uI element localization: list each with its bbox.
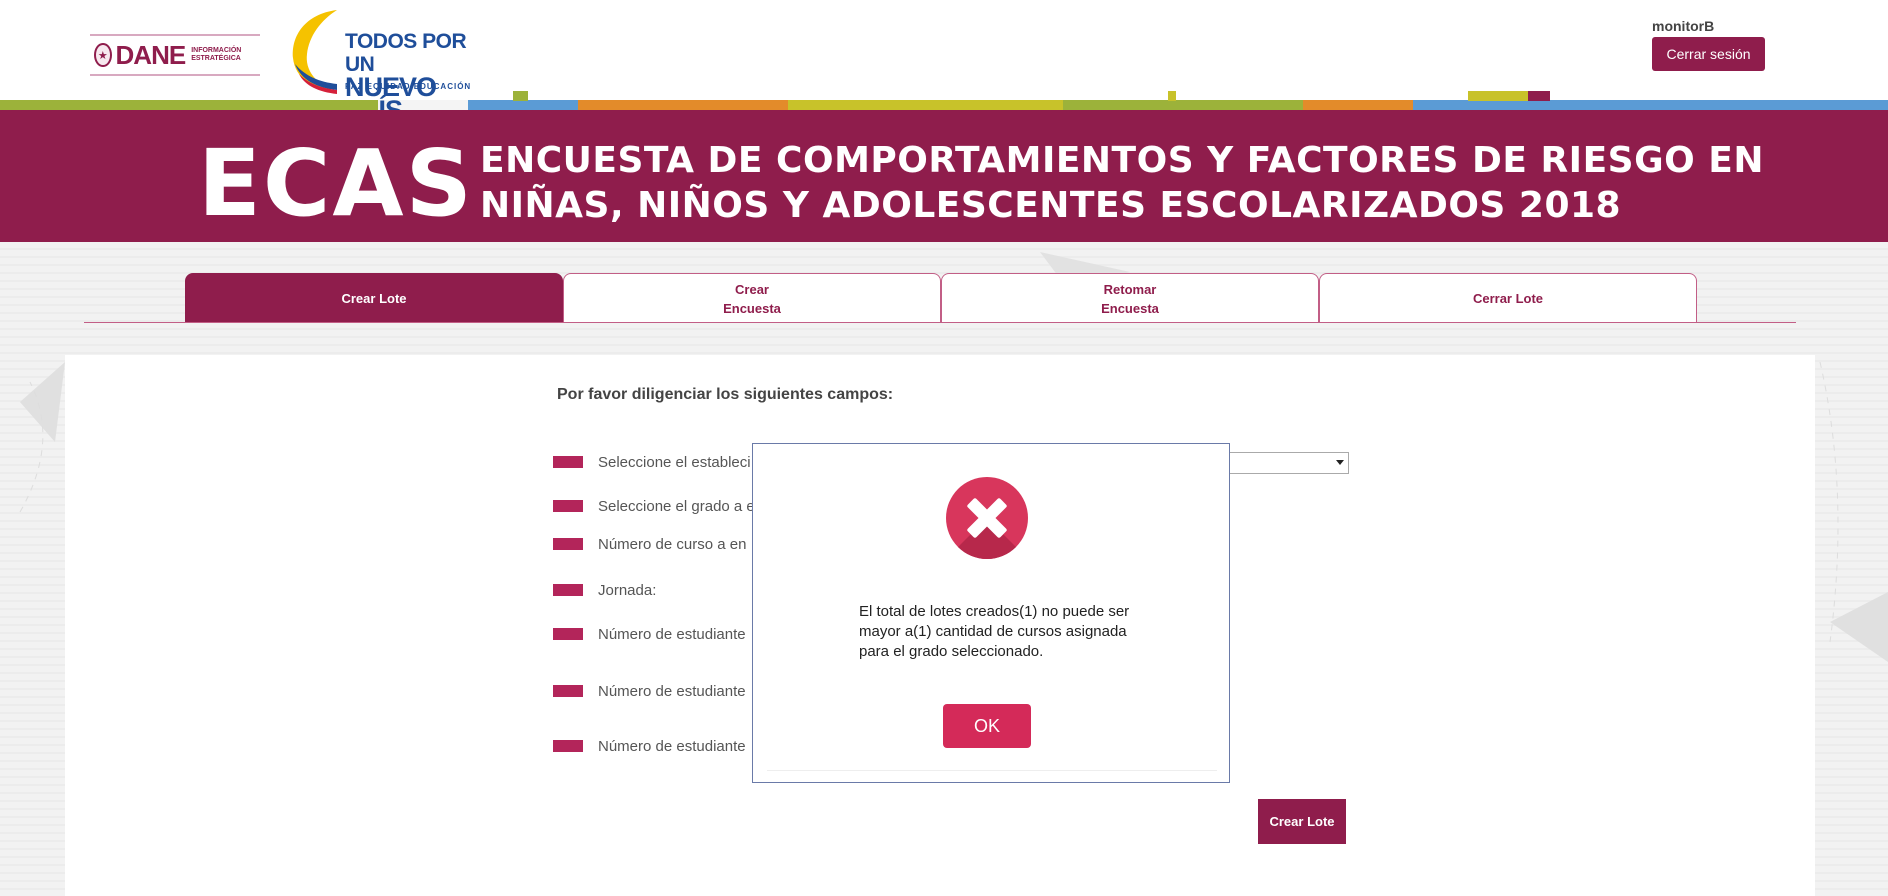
error-dialog: El total de lotes creados(1) no puede se… — [752, 443, 1230, 783]
tab-create-survey[interactable]: Crear Encuesta — [563, 273, 941, 323]
tab-underline — [84, 322, 1796, 323]
tab-label: Encuesta — [1101, 300, 1159, 316]
field-school: Seleccione el estableci — [553, 451, 751, 473]
gov-logo-line1: TODOS POR UN — [345, 30, 467, 76]
coat-of-arms-icon: ★ — [94, 43, 112, 67]
banner-title: ENCUESTA DE COMPORTAMIENTOS Y FACTORES D… — [480, 138, 1780, 228]
required-marker — [553, 500, 583, 512]
banner-title-line1: ENCUESTA DE COMPORTAMIENTOS Y FACTORES D… — [480, 140, 1765, 181]
required-marker — [553, 628, 583, 640]
field-grade: Seleccione el grado a e — [553, 495, 755, 517]
tab-close-batch[interactable]: Cerrar Lote — [1319, 273, 1697, 323]
gov-logo: TODOS POR UN NUEVO PAÍS PAZ EQUIDAD EDUC… — [285, 6, 485, 124]
field-course-number: Número de curso a en — [553, 533, 746, 555]
field-shift: Jornada: — [553, 579, 656, 601]
school-select[interactable] — [1225, 452, 1349, 474]
tab-label: Retomar — [1103, 281, 1157, 297]
dane-logo-subtitle: INFORMACIÓN ESTRATÉGICA — [191, 47, 242, 62]
tab-label: Cerrar Lote — [1472, 291, 1544, 306]
field-label: Número de estudiante — [598, 682, 746, 700]
banner-title-line2: NIÑAS, NIÑOS Y ADOLESCENTES ESCOLARIZADO… — [480, 185, 1622, 226]
field-label: Número de estudiante — [598, 737, 746, 755]
tab-label: Crear Lote — [341, 291, 407, 306]
username: monitorB — [1652, 18, 1715, 34]
field-label: Seleccione el estableci — [598, 453, 751, 471]
tab-create-batch[interactable]: Crear Lote — [185, 273, 563, 323]
tab-resume-survey[interactable]: Retomar Encuesta — [941, 273, 1319, 323]
field-label: Número de curso a en — [598, 535, 747, 553]
field-students-3: Número de estudiante — [553, 735, 746, 757]
field-label: Número de estudiante — [598, 625, 746, 643]
required-marker — [553, 685, 583, 697]
top-header: ★ DANE INFORMACIÓN ESTRATÉGICA TODOS POR… — [0, 0, 1888, 124]
tab-label: Crear — [735, 281, 769, 297]
field-students-2: Número de estudiante — [553, 680, 746, 702]
field-label: Jornada: — [598, 581, 657, 599]
dane-logo: ★ DANE INFORMACIÓN ESTRATÉGICA — [90, 34, 260, 76]
form-intro: Por favor diligenciar los siguientes cam… — [557, 386, 894, 403]
chevron-down-icon — [1336, 460, 1344, 465]
error-x-icon — [946, 477, 1028, 559]
colombia-flag-swoosh-icon — [292, 10, 337, 94]
required-marker — [553, 584, 583, 596]
banner-acronym: ECAS — [198, 130, 474, 237]
divider — [767, 770, 1217, 771]
required-marker — [553, 740, 583, 752]
tab-label: Encuesta — [723, 300, 781, 316]
survey-banner: ECAS ENCUESTA DE COMPORTAMIENTOS Y FACTO… — [0, 110, 1888, 242]
error-message: El total de lotes creados(1) no puede se… — [859, 603, 1130, 660]
required-marker — [553, 538, 583, 550]
tab-bar: Crear Lote Crear Encuesta Retomar Encues… — [185, 273, 1700, 323]
field-students-1: Número de estudiante — [553, 623, 746, 645]
create-batch-button[interactable]: Crear Lote — [1258, 799, 1346, 844]
field-label: Seleccione el grado a e — [598, 497, 755, 515]
ok-button[interactable]: OK — [943, 704, 1031, 748]
dane-logo-text: DANE — [115, 39, 187, 70]
logout-button[interactable]: Cerrar sesión — [1652, 37, 1765, 71]
required-marker — [553, 456, 583, 468]
